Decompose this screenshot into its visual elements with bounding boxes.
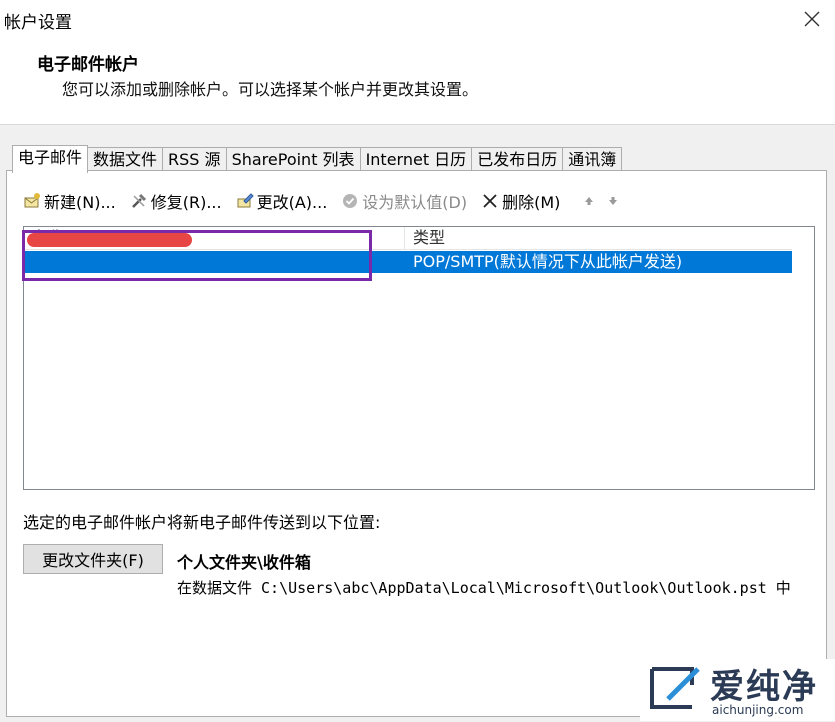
check-circle-icon [341,192,359,210]
account-toolbar: 新建(N)... 修复(R)... 更改(A)... 设为默认值(D) 删除(M… [23,189,622,213]
watermark-url: aichunjing.com [712,703,804,717]
delete-x-icon [481,192,499,210]
new-mail-icon [23,192,41,210]
title-bar: 帐户设置 [0,0,835,38]
arrow-down-icon [609,197,618,205]
repair-account-button[interactable]: 修复(R)... [130,189,222,213]
change-folder-button[interactable]: 更改文件夹(F) [23,544,163,574]
header-section: 电子邮件帐户 您可以添加或删除帐户。可以选择某个帐户并更改其设置。 [0,38,835,124]
account-row[interactable]: POP/SMTP(默认情况下从此帐户发送) [24,251,792,273]
tab-data-files[interactable]: 数据文件 [87,147,164,172]
change-settings-icon [236,192,254,210]
move-up-button[interactable] [580,192,598,210]
watermark: 爱纯净 aichunjing.com [640,659,835,721]
dialog-body: 电子邮件 数据文件 RSS 源 SharePoint 列表 Internet 日… [0,124,835,722]
tab-published-calendars[interactable]: 已发布日历 [471,147,564,172]
set-default-button[interactable]: 设为默认值(D) [341,189,467,213]
redaction-mark [27,233,192,247]
new-account-label: 新建(N)... [44,193,116,212]
account-type: POP/SMTP(默认情况下从此帐户发送) [413,252,683,271]
account-settings-window: 帐户设置 电子邮件帐户 您可以添加或删除帐户。可以选择某个帐户并更改其设置。 电… [0,0,835,722]
close-icon [804,11,820,27]
tab-address-books[interactable]: 通讯簿 [562,147,623,172]
delete-account-button[interactable]: 删除(M) [481,189,560,213]
delete-account-label: 删除(M) [502,193,561,212]
section-description: 您可以添加或删除帐户。可以选择某个帐户并更改其设置。 [62,80,479,99]
move-down-button[interactable] [604,192,622,210]
delivery-folder: 个人文件夹\收件箱 [177,553,311,572]
tab-email[interactable]: 电子邮件 [12,145,89,173]
change-account-button[interactable]: 更改(A)... [236,189,328,213]
tools-icon [130,192,148,210]
email-tab-panel: 新建(N)... 修复(R)... 更改(A)... 设为默认值(D) 删除(M… [6,170,827,717]
delivery-location-label: 选定的电子邮件帐户将新电子邮件传送到以下位置: [23,513,381,532]
data-file-path: 在数据文件 C:\Users\abc\AppData\Local\Microso… [177,579,791,597]
section-title: 电子邮件帐户 [37,55,139,75]
close-button[interactable] [789,0,835,38]
tab-rss-feeds[interactable]: RSS 源 [162,147,227,172]
watermark-text: 爱纯净 [710,667,818,707]
account-list: 名称 类型 POP/SMTP(默认情况下从此帐户发送) [23,226,815,490]
tab-strip: 电子邮件 数据文件 RSS 源 SharePoint 列表 Internet 日… [12,145,623,173]
arrow-up-icon [585,197,594,205]
tab-sharepoint-lists[interactable]: SharePoint 列表 [225,147,361,172]
new-account-button[interactable]: 新建(N)... [23,189,116,213]
repair-account-label: 修复(R)... [150,193,222,212]
set-default-label: 设为默认值(D) [362,193,468,212]
tab-internet-calendars[interactable]: Internet 日历 [359,147,473,172]
window-title: 帐户设置 [4,13,72,33]
column-header-type[interactable]: 类型 [405,227,445,249]
change-account-label: 更改(A)... [256,193,328,212]
watermark-logo-icon [650,667,700,709]
